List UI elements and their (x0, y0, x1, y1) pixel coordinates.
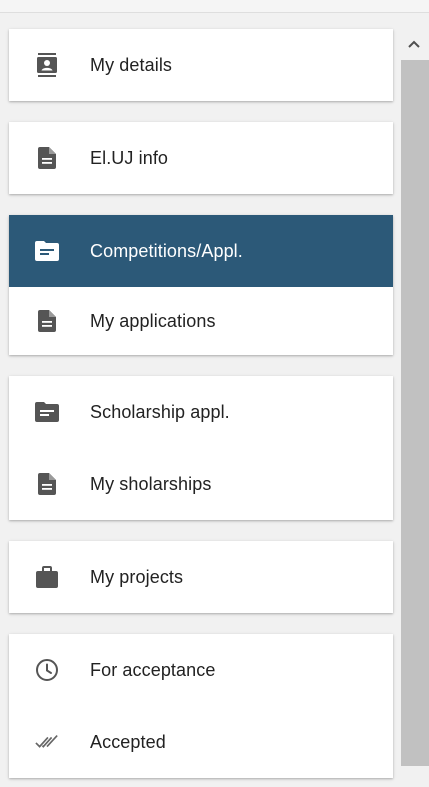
sidebar-item-label: My projects (90, 566, 184, 587)
sidebar-item-for-acceptance[interactable]: For acceptance (9, 634, 393, 706)
sidebar-item-accepted[interactable]: Accepted (9, 706, 393, 778)
menu-card-projects: My projects (9, 541, 393, 613)
scrollbar-thumb[interactable] (401, 60, 429, 766)
menu-card-scholarships: Scholarship appl. My sholarships (9, 376, 393, 520)
sidebar-item-my-scholarships[interactable]: My sholarships (9, 448, 393, 520)
menu-card-eluj-info: El.UJ info (9, 122, 393, 194)
double-check-icon (35, 730, 59, 754)
clock-icon (35, 658, 59, 682)
menu-card-competitions: Competitions/Appl. My applications (9, 215, 393, 355)
sidebar-item-my-projects[interactable]: My projects (9, 541, 393, 613)
folder-icon (35, 400, 59, 424)
sidebar-item-label: My details (90, 54, 173, 75)
sidebar-item-label: My sholarships (90, 473, 212, 494)
sidebar-item-label: Competitions/Appl. (90, 240, 243, 261)
scroll-up-button[interactable] (398, 28, 429, 60)
sidebar-item-label: My applications (90, 310, 216, 331)
sidebar-menu: My details El.UJ info Competitions/Appl.… (9, 29, 393, 787)
sidebar-item-label: El.UJ info (90, 147, 169, 168)
document-icon (35, 472, 59, 496)
menu-card-acceptance: For acceptance Accepted (9, 634, 393, 778)
briefcase-icon (35, 565, 59, 589)
sidebar-item-scholarship-appl[interactable]: Scholarship appl. (9, 376, 393, 448)
sidebar-item-label: For acceptance (90, 659, 216, 680)
sidebar-item-my-applications[interactable]: My applications (9, 287, 393, 355)
document-icon (35, 309, 59, 333)
menu-card-my-details: My details (9, 29, 393, 101)
contact-card-icon (35, 53, 59, 77)
sidebar-frame: My details El.UJ info Competitions/Appl.… (0, 0, 429, 787)
top-divider (0, 0, 429, 13)
vertical-scrollbar[interactable] (398, 28, 429, 787)
folder-icon (35, 239, 59, 263)
sidebar-item-label: Accepted (90, 731, 166, 752)
sidebar-item-eluj-info[interactable]: El.UJ info (9, 122, 393, 194)
sidebar-item-competitions[interactable]: Competitions/Appl. (9, 215, 393, 287)
sidebar-item-my-details[interactable]: My details (9, 29, 393, 101)
chevron-up-icon (407, 35, 420, 53)
document-icon (35, 146, 59, 170)
sidebar-item-label: Scholarship appl. (90, 401, 230, 422)
